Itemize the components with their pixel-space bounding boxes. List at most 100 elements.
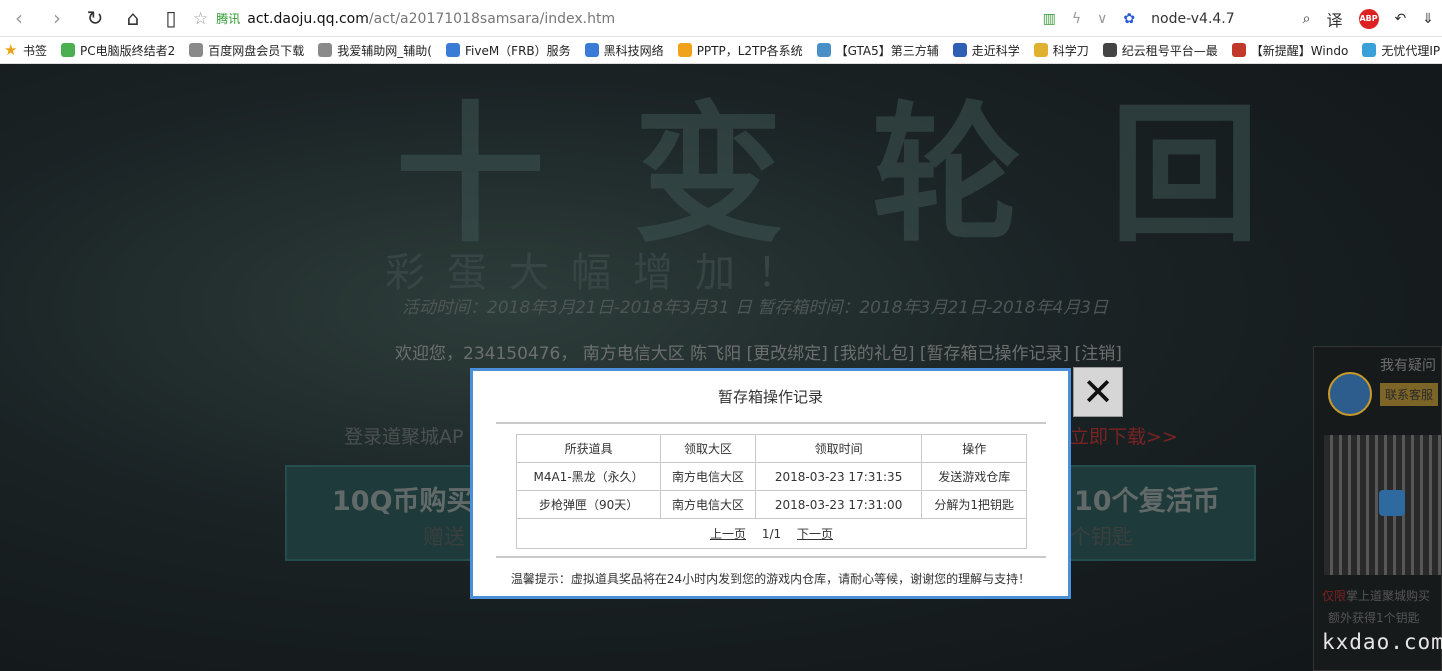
cell-region: 南方电信大区 xyxy=(660,490,756,519)
pager-row: 上一页 1/1 下一页 xyxy=(516,518,1027,549)
banner-right-title: 10个复活币 xyxy=(1074,486,1220,517)
welcome-line[interactable]: 欢迎您，234150476， 南方电信大区 陈飞阳 [更改绑定] [我的礼包] … xyxy=(395,339,1122,364)
cell-time: 2018-03-23 17:31:35 xyxy=(754,462,923,491)
next-page-link[interactable]: 下一页 xyxy=(797,527,833,541)
favicon-icon xyxy=(189,43,204,57)
paw-search-engine-icon[interactable]: ✿ xyxy=(1123,11,1135,27)
bookmark-item[interactable]: PC电脑版终结者2 xyxy=(61,42,175,59)
site-brand-label: 腾讯 xyxy=(216,12,241,26)
pager: 上一页 1/1 下一页 xyxy=(516,518,1027,549)
download-link[interactable]: 立即下载>> xyxy=(1070,422,1178,449)
address-bar[interactable]: ☆ 腾讯 act.daoju.qq.com/act/a20171018samsa… xyxy=(193,0,615,37)
favicon-icon xyxy=(816,43,831,57)
bookmark-label: 科学刀 xyxy=(1052,43,1089,58)
banner-right-sub: 个钥匙 xyxy=(1070,525,1133,549)
activity-time: 活动时间：2018年3月21日-2018年3月31 日 暂存箱时间：2018年3… xyxy=(402,298,1109,318)
bookmark-label: 【GTA5】第三方辅 xyxy=(835,43,939,58)
col-time: 领取时间 xyxy=(754,434,923,463)
divider xyxy=(496,556,1046,558)
favicon-icon xyxy=(1231,43,1246,57)
bell-avatar-icon xyxy=(1328,372,1372,416)
favicon-icon xyxy=(1362,43,1377,57)
bookmark-label: PC电脑版终结者2 xyxy=(80,43,176,58)
hero-subtitle: 彩蛋大幅增加！ xyxy=(385,250,819,296)
favicon-icon xyxy=(445,43,460,57)
watermark: kxdao.com xyxy=(1322,630,1442,654)
favicon-icon xyxy=(952,43,967,57)
bookmark-item[interactable]: PPTP，L2TP各系统 xyxy=(677,42,803,59)
home-button[interactable]: ⌂ xyxy=(114,0,152,37)
bookmark-item[interactable]: 纪云租号平台—最 xyxy=(1102,42,1218,59)
download-icon[interactable]: ⇓ xyxy=(1422,11,1434,27)
url-host: act.daoju.qq.com xyxy=(247,10,369,27)
cell-action: 分解为1把钥匙 xyxy=(921,490,1027,519)
bookmark-item[interactable]: FiveM（FRB）服务 xyxy=(445,42,571,59)
bookmark-label: FiveM（FRB）服务 xyxy=(464,43,571,58)
bookmark-label: 【新提醒】Windo xyxy=(1250,43,1349,58)
browser-toolbar: ‹ › ↻ ⌂ ▯ ☆ 腾讯 act.daoju.qq.com/act/a201… xyxy=(0,0,1442,37)
cell-action: 发送游戏仓库 xyxy=(921,462,1027,491)
page-indicator: 1/1 xyxy=(761,527,782,541)
cell-item: 步枪弹匣（90天） xyxy=(515,490,662,519)
bookmark-star-icon[interactable]: ☆ xyxy=(193,9,208,29)
cell-region: 南方电信大区 xyxy=(660,462,756,491)
favicon-icon xyxy=(584,43,599,57)
favicon-icon xyxy=(677,43,692,57)
prev-page-link[interactable]: 上一页 xyxy=(710,527,746,541)
search-engine-label[interactable]: node-v4.4.7 xyxy=(1151,11,1235,27)
side-panel: 我有疑问 联系客服 仅限掌上道聚城购买 额外获得1个钥匙 xyxy=(1313,346,1442,671)
bookmark-item[interactable]: 我爱辅助网_辅助( xyxy=(318,42,432,59)
bookmark-label: 我爱辅助网_辅助( xyxy=(337,43,432,58)
undo-icon[interactable]: ↶ xyxy=(1395,11,1407,27)
favicon-icon xyxy=(318,43,333,57)
table-row: 步枪弹匣（90天） 南方电信大区 2018-03-23 17:31:00 分解为… xyxy=(515,490,1027,519)
banner-left-title: 10Q币购买 xyxy=(332,486,474,517)
col-action: 操作 xyxy=(921,434,1027,463)
table-header-row: 所获道具 领取大区 领取时间 操作 xyxy=(515,434,1027,463)
bookmark-label: 纪云租号平台—最 xyxy=(1121,43,1218,58)
side-note-1: 仅限掌上道聚城购买 xyxy=(1322,587,1430,604)
app-logo-icon xyxy=(1379,490,1405,516)
bookmark-item[interactable]: 黑科技网络 xyxy=(584,42,664,59)
col-region: 领取大区 xyxy=(660,434,756,463)
forward-button[interactable]: › xyxy=(38,0,76,37)
contact-service-button[interactable]: 联系客服 xyxy=(1380,383,1439,406)
favicon-icon xyxy=(61,43,76,57)
bookmark-label: PPTP，L2TP各系统 xyxy=(696,43,803,58)
flash-icon[interactable]: ϟ xyxy=(1072,11,1081,27)
reload-button[interactable]: ↻ xyxy=(76,0,114,37)
translate-button[interactable]: 译 xyxy=(1327,7,1343,31)
bookmark-item[interactable]: 【新提醒】Windo xyxy=(1231,42,1349,59)
side-note-red: 仅限 xyxy=(1322,589,1347,603)
col-item: 所获道具 xyxy=(515,434,662,463)
extension-icon[interactable]: ▥ xyxy=(1043,11,1056,27)
bookmark-item[interactable]: 无忧代理IP xyxy=(1362,42,1440,59)
adblock-icon[interactable]: ABP xyxy=(1358,8,1379,29)
bookmark-label: 百度网盘会员下载 xyxy=(208,43,305,58)
banner-left[interactable]: 10Q币购买 赠送 xyxy=(285,465,475,561)
bookmark-label: 黑科技网络 xyxy=(603,43,664,58)
login-app-text[interactable]: 登录道聚城AP xyxy=(344,422,463,449)
bookmark-item[interactable]: 百度网盘会员下载 xyxy=(189,42,304,59)
browser-right-tools: ▥ ϟ ∨ ✿ node-v4.4.7 ⌕ 译 ABP ↶ ⇓ xyxy=(1035,0,1442,37)
bookmark-item[interactable]: 科学刀 xyxy=(1033,42,1089,59)
table-row: M4A1-黑龙（永久） 南方电信大区 2018-03-23 17:31:35 发… xyxy=(515,462,1027,491)
cell-time: 2018-03-23 17:31:00 xyxy=(754,490,923,519)
url-path: /act/a20171018samsara/index.htm xyxy=(368,10,616,27)
divider xyxy=(496,422,1046,424)
banner-left-sub: 赠送 xyxy=(423,525,465,549)
search-icon[interactable]: ⌕ xyxy=(1303,11,1311,27)
reader-icon[interactable]: ▯ xyxy=(152,0,190,37)
bookmark-item[interactable]: 走近科学 xyxy=(952,42,1020,59)
bookmark-item[interactable]: ★ 书签 xyxy=(4,42,47,59)
close-icon[interactable]: ✕ xyxy=(1073,367,1123,417)
record-modal: 暂存箱操作记录 所获道具 领取大区 领取时间 操作 M4A1-黑龙（永久） 南方… xyxy=(470,368,1071,599)
bookmark-label: 无忧代理IP xyxy=(1381,43,1441,58)
favicon-icon xyxy=(1033,43,1048,57)
banner-right[interactable]: 10个复活币 个钥匙 xyxy=(1060,465,1256,561)
back-button[interactable]: ‹ xyxy=(0,0,38,37)
side-note-rest: 掌上道聚城购买 xyxy=(1346,589,1431,603)
star-icon: ★ xyxy=(4,41,18,59)
bookmark-item[interactable]: 【GTA5】第三方辅 xyxy=(816,42,939,59)
chevron-down-icon[interactable]: ∨ xyxy=(1097,11,1107,27)
